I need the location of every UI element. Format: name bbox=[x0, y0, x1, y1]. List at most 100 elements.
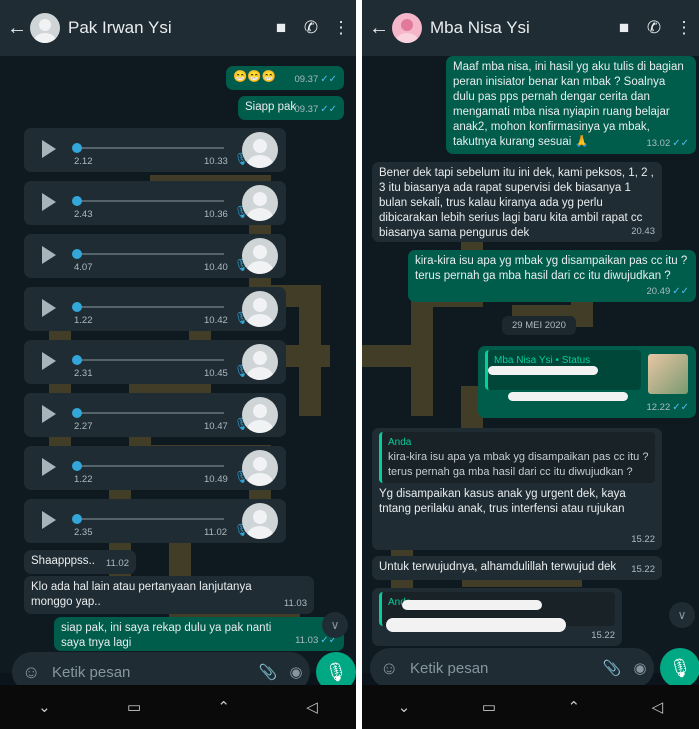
nav-back-icon[interactable]: ◁ bbox=[306, 698, 318, 716]
play-icon[interactable] bbox=[42, 511, 56, 529]
contact-name[interactable]: Pak Irwan Ysi bbox=[68, 18, 266, 38]
camera-icon[interactable]: ◉ bbox=[626, 659, 654, 677]
sender-avatar bbox=[242, 450, 278, 486]
mic-icon: 🎙 bbox=[324, 661, 348, 682]
nav-recents-icon[interactable]: ▭ bbox=[482, 698, 496, 716]
message-outgoing[interactable]: Maaf mba nisa, ini hasil yg aku tulis di… bbox=[446, 56, 696, 154]
contact-name[interactable]: Mba Nisa Ysi bbox=[430, 18, 609, 38]
play-icon[interactable] bbox=[42, 405, 56, 423]
voice-message[interactable]: 1.22 10.42 🎙 bbox=[24, 287, 286, 331]
scroll-down-icon[interactable]: ∨ bbox=[322, 612, 348, 638]
voice-message[interactable]: 2.35 11.02 🎙 bbox=[24, 499, 286, 543]
quote-text: kira-kira isu apa ya mbak yg disampaikan… bbox=[388, 451, 649, 478]
double-check-icon: ✓✓ bbox=[320, 104, 337, 115]
message-input-bar[interactable]: ☺ Ketik pesan 📎 ◉ bbox=[370, 648, 654, 688]
message-list: 😁😁😁 09.37 ✓✓ Siapp pak 09.37 ✓✓ 2.12 10.33 🎙… bbox=[0, 56, 356, 673]
status-thumbnail[interactable] bbox=[648, 354, 688, 394]
phone-icon[interactable]: ✆ bbox=[639, 18, 669, 38]
message-incoming-reply[interactable]: Anda kira-kira isu apa ya mbak yg disamp… bbox=[372, 428, 662, 550]
quote-author: Anda bbox=[388, 437, 412, 448]
video-call-icon[interactable]: ■ bbox=[266, 18, 296, 38]
camera-icon[interactable]: ◉ bbox=[282, 663, 310, 681]
more-icon[interactable]: ⋮ bbox=[669, 18, 699, 38]
nav-down-icon[interactable]: ⌄ bbox=[38, 698, 51, 716]
message-time: 15.22 bbox=[631, 564, 655, 575]
message-time: 11.03 bbox=[295, 635, 319, 646]
message-time: 15.22 bbox=[591, 630, 615, 641]
sender-avatar bbox=[242, 397, 278, 433]
nav-back-icon[interactable]: ◁ bbox=[652, 698, 664, 716]
play-icon[interactable] bbox=[42, 193, 56, 211]
redaction-scribble bbox=[508, 392, 628, 401]
message-incoming-reply[interactable]: Anda 15.22 bbox=[372, 588, 622, 646]
message-incoming[interactable]: Klo ada hal lain atau pertanyaan lanjuta… bbox=[24, 576, 314, 614]
message-time: 09.37 bbox=[294, 104, 319, 115]
voice-message[interactable]: 4.07 10.40 🎙 bbox=[24, 234, 286, 278]
message-outgoing[interactable]: siap pak, ini saya rekap dulu ya pak nan… bbox=[54, 617, 344, 651]
scroll-down-icon[interactable]: ∨ bbox=[669, 602, 695, 628]
mic-button[interactable]: 🎙 bbox=[660, 648, 699, 688]
double-check-icon: ✓✓ bbox=[672, 286, 689, 297]
message-time: 20.49 bbox=[646, 286, 671, 297]
play-icon[interactable] bbox=[42, 140, 56, 158]
redaction-scribble bbox=[386, 618, 566, 632]
back-arrow-icon[interactable]: ← bbox=[368, 17, 390, 40]
message-outgoing[interactable]: 😁😁😁 09.37 ✓✓ bbox=[226, 66, 344, 90]
sender-avatar bbox=[242, 503, 278, 539]
emoji-icon[interactable]: ☺ bbox=[22, 662, 44, 683]
voice-message[interactable]: 2.31 10.45 🎙 bbox=[24, 340, 286, 384]
contact-avatar[interactable] bbox=[392, 13, 422, 43]
quoted-message[interactable]: Anda kira-kira isu apa ya mbak yg disamp… bbox=[379, 432, 655, 483]
message-text: Klo ada hal lain atau pertanyaan lanjuta… bbox=[31, 581, 252, 608]
attach-icon[interactable]: 📎 bbox=[598, 659, 626, 677]
message-incoming[interactable]: Shaapppss.. 11.02 bbox=[24, 550, 136, 574]
message-time: 12.22 bbox=[646, 402, 671, 413]
message-time: 10.36 bbox=[204, 209, 228, 220]
voice-message[interactable]: 2.43 10.36 🎙 bbox=[24, 181, 286, 225]
play-icon[interactable] bbox=[42, 352, 56, 370]
contact-avatar[interactable] bbox=[30, 13, 60, 43]
play-icon[interactable] bbox=[42, 246, 56, 264]
voice-duration: 2.12 bbox=[74, 156, 93, 167]
chat-header: ← Pak Irwan Ysi ■ ✆ ⋮ bbox=[0, 0, 356, 56]
nav-home-icon[interactable]: ⌃ bbox=[217, 698, 230, 716]
double-check-icon: ✓✓ bbox=[672, 402, 689, 413]
quote-author: Mba Nisa Ysi • Status bbox=[494, 355, 591, 366]
voice-duration: 2.27 bbox=[74, 421, 93, 432]
message-text: Yg disampaikan kasus anak yg urgent dek,… bbox=[379, 488, 626, 515]
play-icon[interactable] bbox=[42, 299, 56, 317]
nav-down-icon[interactable]: ⌄ bbox=[398, 698, 411, 716]
emoji-icon[interactable]: ☺ bbox=[380, 658, 402, 679]
nav-home-icon[interactable]: ⌃ bbox=[568, 698, 581, 716]
redaction-scribble bbox=[402, 600, 542, 610]
attach-icon[interactable]: 📎 bbox=[254, 663, 282, 681]
message-incoming[interactable]: Bener dek tapi sebelum itu ini dek, kami… bbox=[372, 162, 662, 242]
voice-duration: 1.22 bbox=[74, 315, 93, 326]
message-text: Maaf mba nisa, ini hasil yg aku tulis di… bbox=[453, 61, 684, 148]
message-time: 11.03 bbox=[283, 598, 307, 609]
message-input[interactable]: Ketik pesan bbox=[410, 660, 598, 677]
play-icon[interactable] bbox=[42, 458, 56, 476]
message-outgoing[interactable]: Siapp pak 09.37 ✓✓ bbox=[238, 96, 344, 120]
nav-recents-icon[interactable]: ▭ bbox=[127, 698, 141, 716]
message-time: 13.02 bbox=[646, 138, 671, 149]
voice-message[interactable]: 2.12 10.33 🎙 bbox=[24, 128, 286, 172]
message-text: Bener dek tapi sebelum itu ini dek, kami… bbox=[379, 167, 654, 239]
back-arrow-icon[interactable]: ← bbox=[6, 17, 28, 40]
phone-icon[interactable]: ✆ bbox=[296, 18, 326, 38]
right-chat-screen: ← Mba Nisa Ysi ■ ✆ ⋮ Maaf mba nisa, ini … bbox=[362, 0, 699, 729]
chat-header: ← Mba Nisa Ysi ■ ✆ ⋮ bbox=[362, 0, 699, 56]
message-outgoing[interactable]: kira-kira isu apa yg mbak yg disampaikan… bbox=[408, 250, 696, 302]
system-nav-bar: ⌄ ▭ ⌃ ◁ bbox=[362, 685, 699, 729]
more-icon[interactable]: ⋮ bbox=[326, 18, 356, 38]
voice-duration: 1.22 bbox=[74, 474, 93, 485]
message-outgoing-status-reply[interactable]: Mba Nisa Ysi • Status 12.22 ✓✓ bbox=[478, 346, 696, 418]
sender-avatar bbox=[242, 238, 278, 274]
voice-message[interactable]: 2.27 10.47 🎙 bbox=[24, 393, 286, 437]
message-input[interactable]: Ketik pesan bbox=[52, 664, 254, 681]
sender-avatar bbox=[242, 132, 278, 168]
voice-message[interactable]: 1.22 10.49 🎙 bbox=[24, 446, 286, 490]
message-incoming[interactable]: Untuk terwujudnya, alhamdulillah terwuju… bbox=[372, 556, 662, 580]
message-time: 11.02 bbox=[204, 527, 228, 538]
video-call-icon[interactable]: ■ bbox=[609, 18, 639, 38]
